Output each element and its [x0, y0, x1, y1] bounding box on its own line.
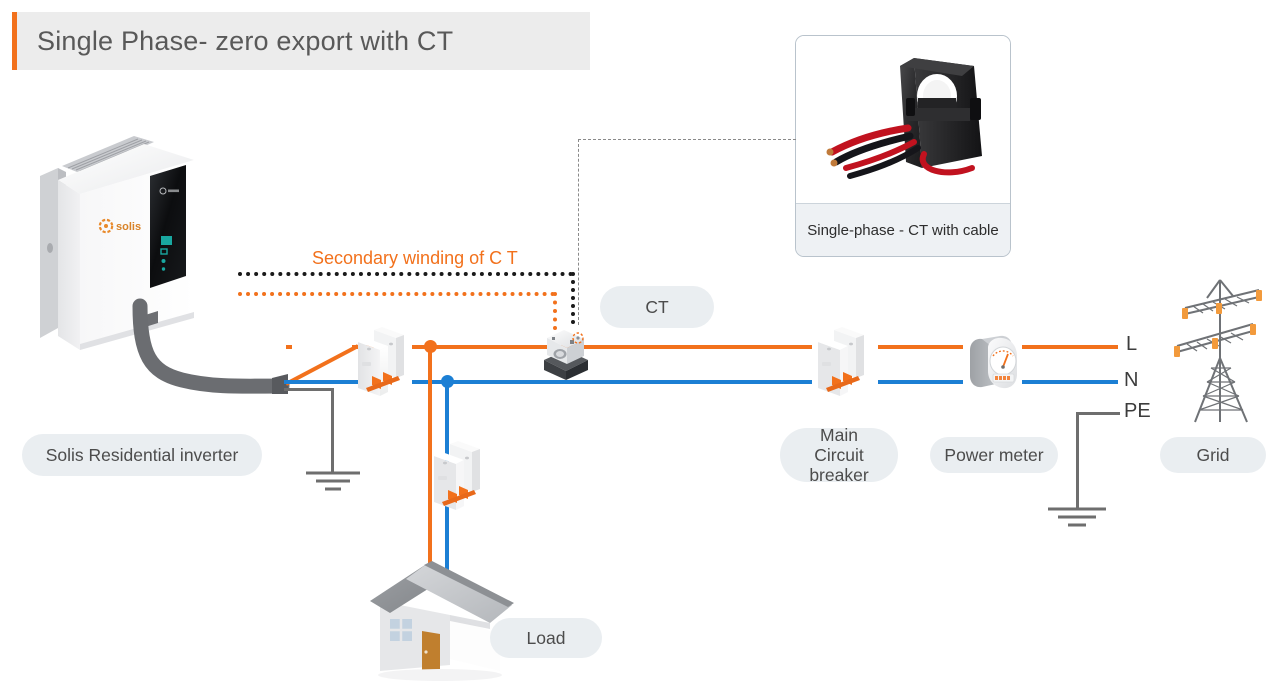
page-title: Single Phase- zero export with CT — [37, 25, 454, 56]
main-circuit-breaker — [812, 326, 874, 404]
ct-card-leader-v — [578, 139, 579, 325]
wire-N-breaker-to-meter — [878, 380, 963, 384]
breaker-inverter-side — [352, 326, 414, 404]
ct-signal-line-orange-h — [238, 292, 555, 296]
conductor-label-PE: PE — [1124, 400, 1151, 422]
wire-L-breaker-to-meter — [878, 345, 963, 349]
label-grid: Grid — [1160, 437, 1266, 473]
title-accent-bar — [12, 12, 17, 70]
ct-signal-line-black-v — [571, 272, 575, 324]
wire-L-meter-to-grid — [1022, 345, 1118, 349]
breaker-load-branch — [428, 440, 490, 518]
label-main-circuit-breaker: Main Circuit breaker — [780, 425, 898, 485]
ct-product-photo — [796, 36, 1010, 204]
ct-signal-line-black-h — [238, 272, 573, 276]
conductor-label-N: N — [1124, 369, 1139, 391]
wire-PE-grid-down — [1076, 412, 1079, 508]
grid-tower-graphic — [1163, 272, 1279, 430]
ct-clamp-device — [538, 318, 594, 384]
ct-card-leader-h — [578, 139, 796, 140]
diagram-canvas: Single Phase- zero export with CT solis … — [0, 0, 1284, 692]
power-meter-device — [962, 334, 1026, 400]
page-title-bar: Single Phase- zero export with CT — [12, 12, 590, 70]
ground-symbol-grid — [1043, 505, 1113, 535]
conductor-label-L: L — [1126, 333, 1138, 355]
secondary-winding-label: Secondary winding of C T — [312, 248, 518, 268]
wire-PE-grid — [1076, 412, 1120, 415]
wire-L-bus-main — [412, 345, 812, 349]
ground-symbol-inverter — [298, 468, 368, 498]
label-ct: CT — [600, 286, 714, 328]
ct-photo-caption: Single-phase - CT with cable — [796, 203, 1010, 256]
ct-reference-photo-card: Single-phase - CT with cable — [795, 35, 1011, 257]
wire-N-meter-to-grid — [1022, 380, 1118, 384]
label-load: Load — [490, 618, 602, 658]
wire-PE-inverter-down — [331, 388, 334, 472]
label-power-meter: Power meter — [930, 437, 1058, 473]
wire-N-bus-main — [412, 380, 812, 384]
wire-PE-inverter — [284, 388, 334, 391]
svg-text:solis: solis — [116, 221, 141, 233]
label-solis-inverter: Solis Residential inverter — [22, 434, 262, 476]
